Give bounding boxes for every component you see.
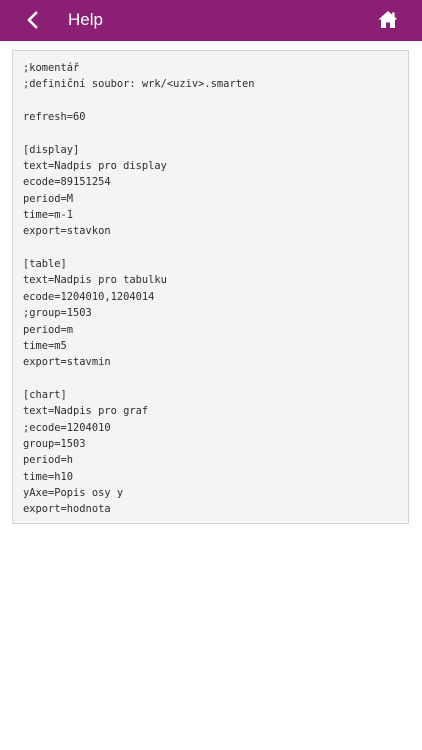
home-icon xyxy=(378,10,398,28)
home-button[interactable] xyxy=(377,8,399,30)
chevron-left-icon xyxy=(27,11,38,29)
help-content-panel: ;komentář ;definiční soubor: wrk/<uziv>.… xyxy=(12,50,409,524)
app-bar: Help xyxy=(0,0,422,41)
page-title: Help xyxy=(68,10,103,29)
help-config-text: ;komentář ;definiční soubor: wrk/<uziv>.… xyxy=(23,62,255,516)
back-button[interactable] xyxy=(21,8,45,32)
